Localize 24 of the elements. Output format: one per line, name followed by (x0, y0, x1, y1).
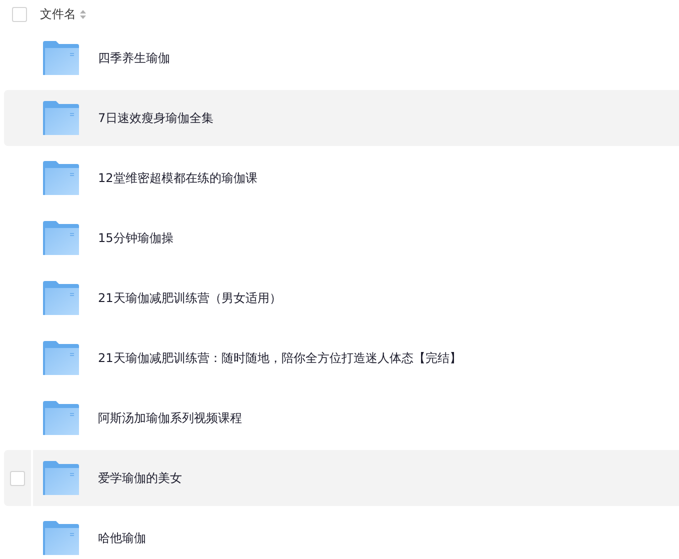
folder-name[interactable]: 阿斯汤加瑜伽系列视频课程 (98, 410, 242, 426)
folder-name[interactable]: 21天瑜伽减肥训练营：随时随地，陪你全方位打造迷人体态【完结】 (98, 350, 462, 366)
folder-icon (43, 101, 79, 135)
file-row[interactable]: 7日速效瘦身瑜伽全集 (4, 90, 679, 146)
folder-name[interactable]: 15分钟瑜伽操 (98, 230, 174, 246)
sort-icon[interactable] (80, 10, 86, 18)
folder-icon (43, 281, 79, 315)
folder-name[interactable]: 爱学瑜伽的美女 (98, 470, 182, 486)
folder-icon (43, 401, 79, 435)
folder-icon (43, 341, 79, 375)
column-header[interactable]: 文件名 (40, 6, 76, 22)
folder-name[interactable]: 12堂维密超模都在练的瑜伽课 (98, 170, 258, 186)
folder-name[interactable]: 21天瑜伽减肥训练营（男女适用） (98, 290, 282, 306)
folder-icon (43, 41, 79, 75)
folder-name[interactable]: 7日速效瘦身瑜伽全集 (98, 110, 214, 126)
folder-icon (43, 461, 79, 495)
folder-icon (43, 521, 79, 555)
checkbox[interactable] (12, 6, 27, 22)
file-row[interactable]: 爱学瑜伽的美女 (4, 450, 679, 506)
folder-icon (43, 221, 79, 255)
checkbox[interactable] (10, 470, 25, 486)
folder-name[interactable]: 哈他瑜伽 (98, 530, 146, 546)
folder-icon (43, 161, 79, 195)
folder-name[interactable]: 四季养生瑜伽 (98, 50, 170, 66)
